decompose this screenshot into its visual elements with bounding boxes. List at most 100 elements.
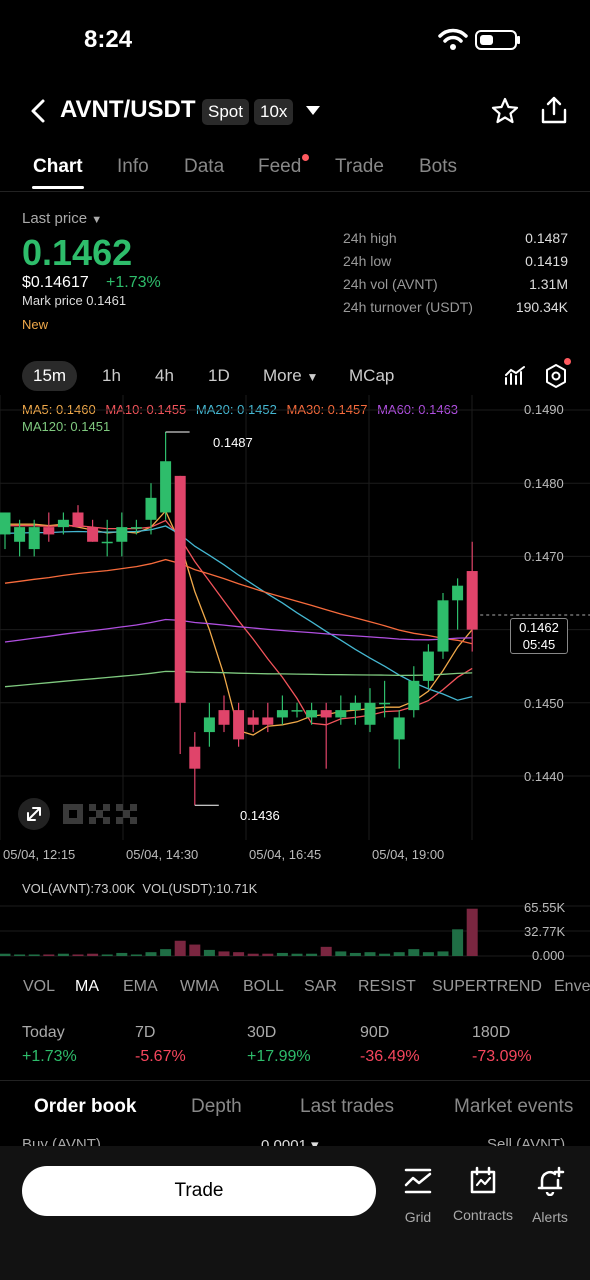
candle-body: [408, 680, 420, 711]
candle-body: [379, 702, 391, 705]
tab-last-trades[interactable]: Last trades: [300, 1096, 394, 1118]
candle-body: [57, 519, 69, 528]
indicator-supertrend[interactable]: SUPERTREND: [432, 978, 542, 996]
candle-body: [364, 702, 376, 725]
timeframe-more[interactable]: More ▼: [253, 361, 328, 391]
volume-bar: [87, 953, 99, 956]
settings-hexagon-icon[interactable]: [544, 363, 568, 389]
indicator-chart-icon[interactable]: [503, 364, 527, 388]
price-chart[interactable]: [0, 395, 590, 840]
x-tick: 05/04, 14:30: [126, 847, 199, 862]
indicator-ema[interactable]: EMA: [123, 978, 158, 996]
volume-bar: [393, 952, 405, 956]
tab-order-book[interactable]: Order book: [34, 1096, 136, 1118]
indicator-ma[interactable]: MA: [75, 978, 99, 996]
indicator-wma[interactable]: WMA: [180, 978, 219, 996]
candle-body: [291, 710, 303, 712]
indicator-enve[interactable]: Enve: [554, 978, 590, 996]
volume-bar: [130, 954, 142, 956]
candle-body: [452, 585, 464, 601]
indicator-vol[interactable]: VOL: [23, 978, 55, 996]
x-tick: 05/04, 16:45: [249, 847, 322, 862]
timeframe-4h[interactable]: 4h: [145, 361, 184, 391]
okx-watermark-logo: [63, 804, 137, 824]
volume-bar: [203, 949, 215, 956]
ma-lines: [4, 509, 473, 736]
volume-bar: [189, 944, 201, 956]
volume-bar: [43, 954, 55, 956]
volume-bar: [291, 953, 303, 956]
star-icon[interactable]: [490, 96, 520, 126]
alerts-button[interactable]: Alerts: [528, 1166, 572, 1225]
candle-body: [276, 710, 288, 718]
timeframe-1d[interactable]: 1D: [198, 361, 240, 391]
indicator-tabs: VOL MA EMA WMA BOLL SAR RESIST SUPERTREN…: [0, 972, 590, 1004]
tab-active-indicator: [32, 186, 84, 189]
tab-info[interactable]: Info: [117, 156, 149, 178]
perf-label: 180D: [472, 1024, 511, 1041]
candle-body: [262, 717, 274, 725]
trade-button[interactable]: Trade: [22, 1166, 376, 1216]
y-tick: 0.1470: [524, 549, 564, 564]
stat-value: 190.34K: [515, 299, 568, 315]
vol-tick: 32.77K: [524, 924, 566, 939]
ma-line: [5, 509, 473, 736]
last-price-label[interactable]: Last price ▼: [22, 210, 102, 227]
candles: [0, 431, 478, 806]
feed-notification-dot: [302, 154, 309, 161]
tab-market-events[interactable]: Market events: [454, 1096, 573, 1118]
perf-label: Today: [22, 1024, 65, 1041]
candle-body: [43, 527, 55, 535]
tab-depth[interactable]: Depth: [191, 1096, 242, 1118]
candle-body: [116, 527, 128, 542]
indicator-boll[interactable]: BOLL: [243, 978, 284, 996]
vol-tick: 65.55K: [524, 900, 566, 915]
countdown-label: 05:45: [522, 637, 556, 652]
y-tick: 0.1440: [524, 769, 564, 784]
last-price: 0.1462: [22, 232, 133, 273]
pair-title[interactable]: AVNT/USDT: [60, 96, 196, 124]
perf-value: -36.49%: [360, 1048, 420, 1065]
contracts-button[interactable]: Contracts: [452, 1166, 514, 1238]
contracts-icon: [470, 1166, 496, 1194]
perf-value: -5.67%: [135, 1048, 186, 1065]
volume-bar: [276, 952, 288, 956]
timeframe-1h[interactable]: 1h: [92, 361, 131, 391]
tab-bots[interactable]: Bots: [419, 156, 457, 178]
stat-label: 24h high: [343, 230, 397, 246]
grid-button[interactable]: Grid: [398, 1166, 438, 1225]
candle-body: [218, 710, 230, 725]
candle-body: [349, 702, 361, 711]
ma-line: [4, 525, 473, 701]
back-icon[interactable]: [26, 98, 52, 124]
perf-value: +17.99%: [247, 1048, 311, 1065]
pair-dropdown-icon[interactable]: [306, 106, 320, 115]
tab-chart[interactable]: Chart: [33, 156, 83, 178]
candle-body: [466, 571, 478, 630]
timeframe-15m[interactable]: 15m: [22, 361, 78, 391]
volume-bar: [233, 952, 245, 956]
current-price-box: 0.1462 05:45: [510, 618, 568, 654]
stat-value: 0.1487: [525, 230, 568, 246]
perf-label: 30D: [247, 1024, 277, 1041]
share-icon[interactable]: [539, 95, 569, 125]
ma-line: [4, 670, 473, 688]
leverage-badge: 10x: [254, 99, 294, 125]
volume-bar: [349, 952, 361, 956]
indicator-resist[interactable]: RESIST: [358, 978, 416, 996]
wifi-icon: [438, 28, 468, 50]
ma-line: [4, 558, 473, 645]
indicator-sar[interactable]: SAR: [304, 978, 337, 996]
tab-feed[interactable]: Feed: [258, 156, 301, 178]
perf-value: -73.09%: [472, 1048, 532, 1065]
expand-button[interactable]: [18, 798, 50, 830]
perf-label: 7D: [135, 1024, 156, 1041]
volume-bar: [306, 953, 318, 956]
alerts-label: Alerts: [532, 1209, 568, 1225]
tab-trade[interactable]: Trade: [335, 156, 384, 178]
y-tick: 0.1480: [524, 476, 564, 491]
candle-body: [72, 512, 84, 528]
tab-data[interactable]: Data: [184, 156, 224, 178]
volume-bar: [174, 940, 186, 956]
timeframe-mcap[interactable]: MCap: [339, 361, 404, 391]
